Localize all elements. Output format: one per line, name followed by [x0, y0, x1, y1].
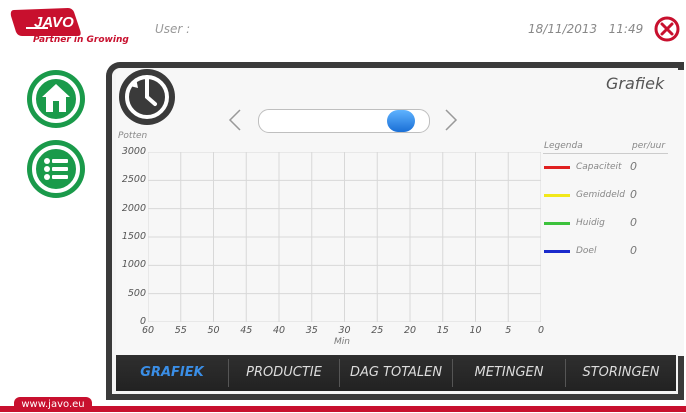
legend-series-name: Huidig	[576, 218, 605, 228]
time-text: 11:49	[608, 22, 644, 36]
legend-item: Gemiddeld 0	[544, 188, 669, 204]
tab-dag-totalen[interactable]: DAG TOTALEN	[340, 355, 452, 391]
close-button[interactable]	[654, 16, 680, 42]
chart-grid	[148, 152, 541, 322]
tab-grafiek[interactable]: GRAFIEK	[116, 355, 228, 391]
y-tick-label: 1000	[121, 259, 146, 271]
x-tick-label: 45	[240, 325, 253, 336]
legend-item: Huidig 0	[544, 216, 669, 232]
legend-series-value: 0	[630, 244, 637, 257]
x-axis-label: Min	[334, 337, 350, 347]
panel-title: Grafiek	[606, 74, 665, 93]
legend-swatch	[544, 222, 570, 225]
list-icon	[44, 158, 68, 180]
time-range-slider[interactable]	[258, 109, 430, 133]
datetime: 18/11/2013 11:49	[528, 22, 643, 36]
legend-divider	[543, 153, 668, 154]
footer-strip	[0, 406, 686, 412]
legend-item: Doel 0	[544, 244, 669, 260]
x-tick-label: 5	[505, 325, 512, 336]
legend-swatch	[544, 194, 570, 197]
tab-metingen[interactable]: METINGEN	[453, 355, 565, 391]
x-tick-label: 30	[338, 325, 351, 336]
legend-unit: per/uur	[632, 141, 666, 151]
y-tick-label: 3000	[121, 146, 146, 157]
legend-title: Legenda	[544, 141, 583, 151]
x-tick-label: 60	[141, 325, 155, 336]
slider-knob[interactable]	[386, 110, 415, 132]
x-tick-label: 35	[305, 325, 318, 336]
home-button[interactable]	[25, 68, 87, 130]
logo-tagline: Partner in Growing	[33, 35, 129, 45]
x-tick-label: 50	[207, 325, 220, 336]
x-tick-label: 25	[371, 325, 384, 336]
chevron-right-icon[interactable]	[444, 109, 458, 131]
history-back-button[interactable]	[118, 68, 176, 126]
legend-swatch	[544, 166, 570, 169]
x-tick-label: 10	[469, 325, 482, 336]
x-tick-label: 15	[436, 325, 449, 336]
y-axis-label: Potten	[118, 131, 148, 141]
y-tick-label: 1500	[121, 231, 146, 242]
y-tick-label: 500	[127, 287, 146, 299]
tab-productie[interactable]: PRODUCTIE	[229, 355, 339, 391]
chevron-left-icon[interactable]	[228, 109, 242, 131]
legend-series-name: Gemiddeld	[576, 190, 625, 200]
x-tick-label: 55	[174, 325, 187, 336]
legend-series-value: 0	[630, 216, 637, 229]
footer-url-link[interactable]: www.javo.eu	[14, 397, 92, 412]
legend-item: Capaciteit 0	[544, 160, 669, 176]
bottom-tab-bar: GRAFIEK PRODUCTIE DAG TOTALEN METINGEN S…	[116, 355, 676, 391]
legend-series-name: Capaciteit	[576, 162, 622, 172]
menu-list-button[interactable]	[25, 138, 87, 200]
date-text: 18/11/2013	[528, 22, 598, 36]
x-tick-label: 0	[537, 325, 545, 336]
legend-series-value: 0	[630, 188, 637, 201]
legend-swatch	[544, 250, 570, 253]
user-label: User :	[155, 22, 191, 36]
x-tick-label: 20	[403, 325, 417, 336]
tab-storingen[interactable]: STORINGEN	[566, 355, 676, 391]
legend-series-value: 0	[630, 160, 637, 173]
y-tick-label: 2500	[121, 174, 146, 186]
y-tick-label: 2000	[121, 202, 146, 214]
legend-series-name: Doel	[576, 246, 597, 256]
x-tick-label: 40	[272, 325, 286, 336]
top-bar: JAVO Partner in Growing User : 18/11/201…	[0, 0, 686, 56]
